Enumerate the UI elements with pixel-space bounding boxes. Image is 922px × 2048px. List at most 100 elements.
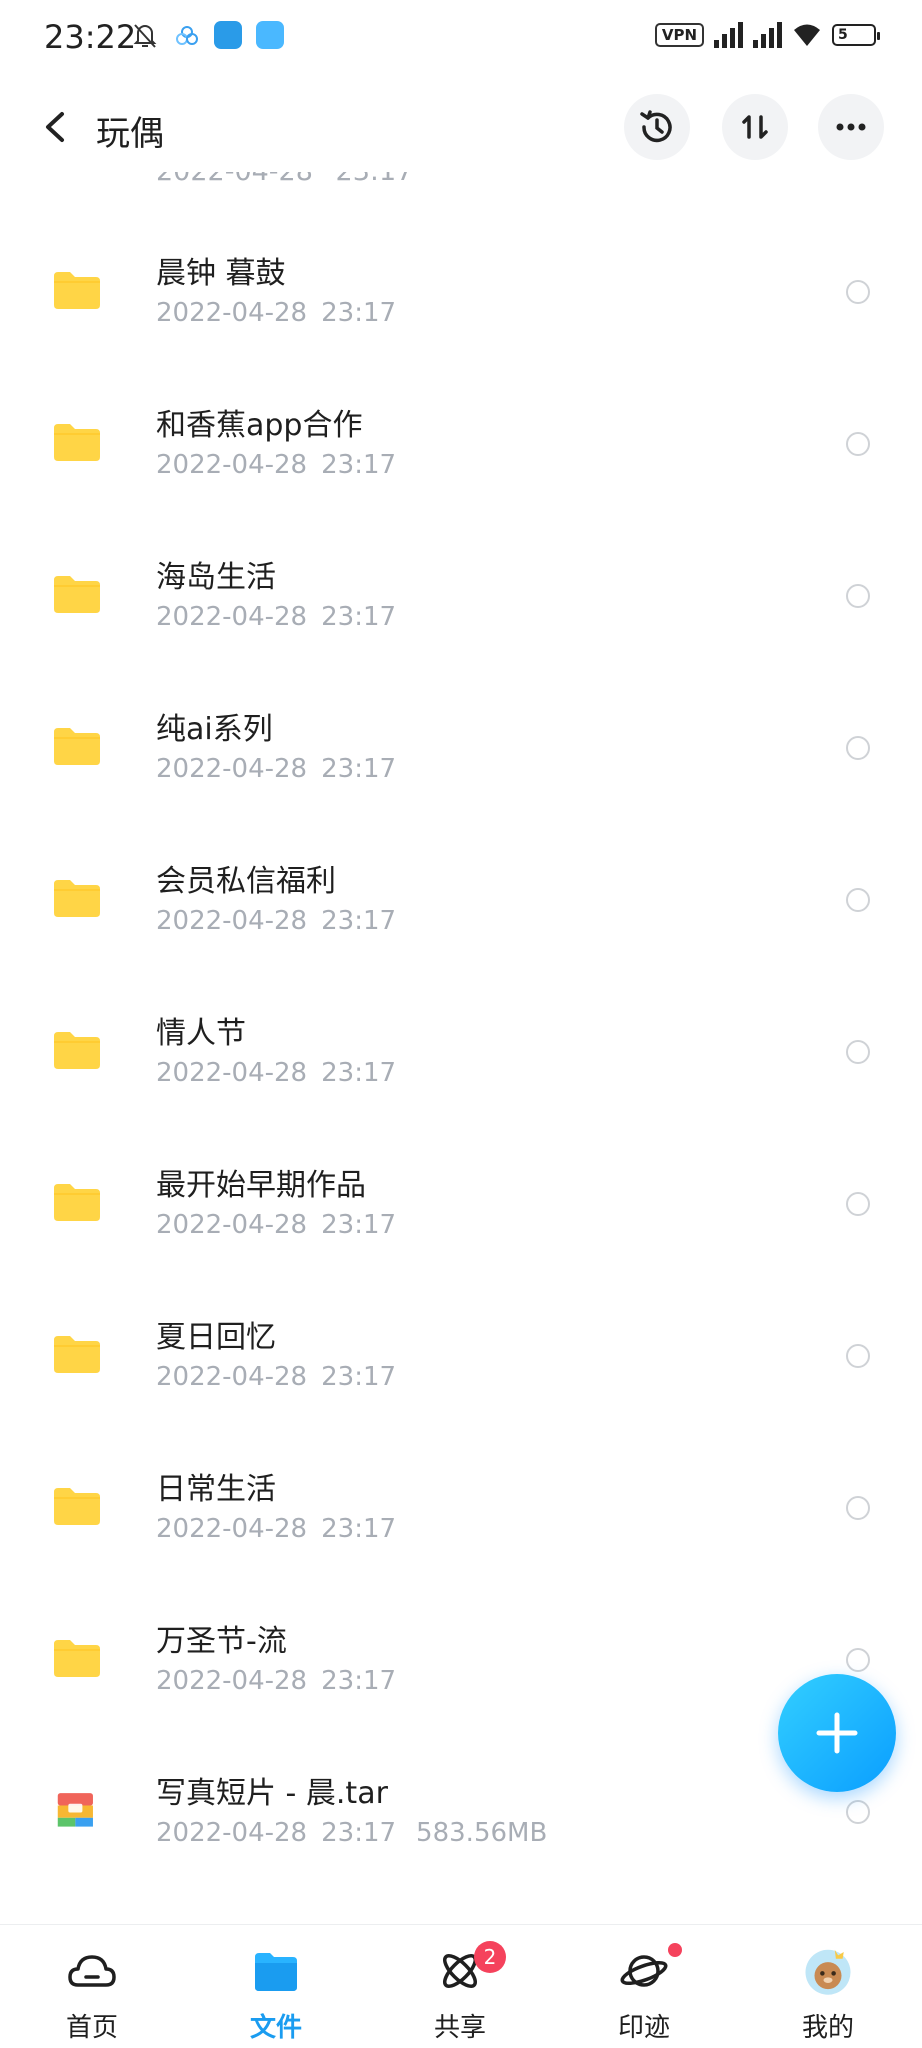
- file-time: 23:17: [321, 906, 397, 936]
- list-item[interactable]: 和香蕉app合作 2022-04-28 23:17: [0, 364, 922, 516]
- file-name: 最开始早期作品: [156, 1168, 366, 1203]
- more-button[interactable]: [818, 94, 884, 160]
- select-radio[interactable]: [846, 1040, 870, 1064]
- avatar-icon: [805, 1949, 851, 1995]
- file-name: 情人节: [156, 1016, 246, 1051]
- file-time: 23:17: [321, 602, 397, 632]
- select-radio[interactable]: [846, 736, 870, 760]
- back-icon: [46, 112, 64, 142]
- list-item[interactable]: 晨钟 暮鼓 2022-04-28 23:17: [0, 212, 922, 364]
- folder-icon: [54, 424, 100, 461]
- list-item-partial[interactable]: 2022-04-28 23:17: [0, 172, 922, 212]
- archive-file-icon: [57, 1793, 93, 1827]
- file-meta: 2022-04-28 23:17: [156, 1210, 396, 1240]
- battery-icon: 5: [832, 24, 880, 46]
- file-meta: 2022-04-28 23:17: [156, 1666, 396, 1696]
- select-radio[interactable]: [846, 1648, 870, 1672]
- page-title: 玩偶: [96, 114, 164, 154]
- folder-icon: [54, 1488, 100, 1525]
- file-meta: 2022-04-28 23:17: [156, 1362, 396, 1392]
- file-time: 23:17: [321, 1514, 397, 1544]
- status-bar: 23:22 VPN 5: [0, 0, 922, 82]
- list-item[interactable]: 日常生活 2022-04-28 23:17: [0, 1428, 922, 1580]
- file-name: 日常生活: [156, 1472, 276, 1507]
- list-item[interactable]: 海岛生活 2022-04-28 23:17: [0, 516, 922, 668]
- back-button[interactable]: [36, 102, 76, 152]
- file-name: 和香蕉app合作: [156, 408, 363, 443]
- app-notification-icon: [214, 21, 242, 49]
- file-list: 2022-04-28 23:17 晨钟 暮鼓 2022-04-28 23:17 和…: [0, 172, 922, 1884]
- file-size: 583.56MB: [416, 1818, 548, 1848]
- file-time: 23:17: [321, 754, 397, 784]
- file-name: 万圣节-流: [156, 1624, 287, 1659]
- tab-home[interactable]: 首页: [32, 1925, 152, 2048]
- file-time: 23:17: [321, 1362, 397, 1392]
- sort-button[interactable]: [722, 94, 788, 160]
- file-time: 23:17: [321, 298, 397, 328]
- tab-me[interactable]: 我的: [768, 1925, 888, 2048]
- file-name: 纯ai系列: [156, 712, 273, 747]
- tab-footprint[interactable]: 印迹: [584, 1925, 704, 2048]
- footprint-dot-badge: [668, 1943, 682, 1957]
- status-time: 23:22: [44, 18, 137, 56]
- file-date: 2022-04-28: [156, 1210, 308, 1240]
- file-date: 2022-04-28: [156, 298, 308, 328]
- file-name: 海岛生活: [156, 560, 276, 595]
- file-time: 23:17: [321, 450, 397, 480]
- list-item[interactable]: 最开始早期作品 2022-04-28 23:17: [0, 1124, 922, 1276]
- tab-label: 文件: [249, 2013, 302, 2043]
- file-meta: 2022-04-28 23:17: [156, 298, 396, 328]
- tab-label: 印迹: [617, 2013, 670, 2043]
- cloud-app-icon: [176, 26, 198, 45]
- planet-icon: [620, 1955, 668, 1987]
- select-radio[interactable]: [846, 1192, 870, 1216]
- file-name: 晨钟 暮鼓: [156, 256, 286, 291]
- add-fab-button[interactable]: [778, 1674, 896, 1792]
- signal-icon-2: [753, 22, 782, 48]
- history-icon: [640, 110, 672, 143]
- select-radio[interactable]: [846, 584, 870, 608]
- folder-icon: [54, 1336, 100, 1373]
- file-meta: 2022-04-28 23:17: [156, 602, 396, 632]
- list-item[interactable]: 情人节 2022-04-28 23:17: [0, 972, 922, 1124]
- tab-files[interactable]: 文件: [216, 1925, 336, 2048]
- list-item[interactable]: 会员私信福利 2022-04-28 23:17: [0, 820, 922, 972]
- file-date: 2022-04-28: [156, 1666, 308, 1696]
- plus-icon: [816, 1712, 858, 1754]
- wifi-icon: [794, 24, 820, 46]
- file-meta: 2022-04-28 23:17: [156, 1058, 396, 1088]
- select-radio[interactable]: [846, 888, 870, 912]
- file-date: 2022-04-28: [156, 1362, 308, 1392]
- file-date: 2022-04-28: [156, 906, 308, 936]
- bottom-tab-bar: 首页 文件 2 共享 印迹 我的: [0, 1924, 922, 2048]
- folder-icon: [54, 728, 100, 765]
- status-right: VPN 5: [654, 22, 880, 48]
- header: 玩偶: [0, 82, 922, 172]
- select-radio[interactable]: [846, 280, 870, 304]
- select-radio[interactable]: [846, 1344, 870, 1368]
- list-item[interactable]: 夏日回忆 2022-04-28 23:17: [0, 1276, 922, 1428]
- select-radio[interactable]: [846, 432, 870, 456]
- file-time: 23:17: [321, 1058, 397, 1088]
- tab-share[interactable]: 2 共享: [400, 1925, 520, 2048]
- folder-icon: [54, 272, 100, 309]
- file-meta: 2022-04-28 23:17: [156, 172, 413, 187]
- file-date: 2022-04-28: [156, 1818, 308, 1848]
- tab-label: 共享: [433, 2013, 486, 2043]
- sort-icon: [742, 115, 768, 139]
- file-meta: 2022-04-28 23:17: [156, 754, 396, 784]
- list-item[interactable]: 纯ai系列 2022-04-28 23:17: [0, 668, 922, 820]
- file-time: 23:17: [336, 172, 414, 187]
- file-name: 写真短片 - 晨.tar: [156, 1776, 388, 1811]
- cloud-home-icon: [68, 1955, 116, 1987]
- history-button[interactable]: [624, 94, 690, 160]
- file-date: 2022-04-28: [156, 450, 308, 480]
- mute-bell-icon: [133, 24, 157, 48]
- select-radio[interactable]: [846, 1800, 870, 1824]
- file-meta: 2022-04-28 23:17: [156, 1514, 396, 1544]
- folder-icon: [54, 880, 100, 917]
- select-radio[interactable]: [846, 1496, 870, 1520]
- file-meta: 2022-04-28 23:17: [156, 450, 396, 480]
- more-icon: [836, 123, 866, 131]
- file-date: 2022-04-28: [156, 602, 308, 632]
